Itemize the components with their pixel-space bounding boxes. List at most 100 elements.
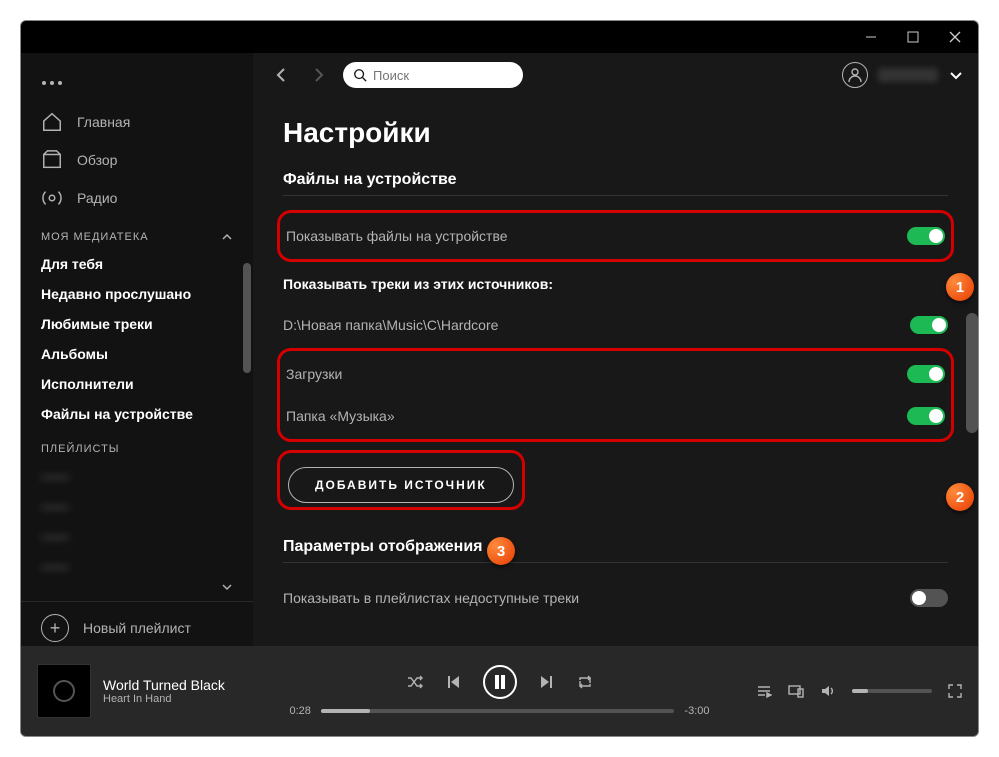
row-label: Показывать треки из этих источников: <box>283 276 553 292</box>
divider <box>283 562 948 563</box>
close-button[interactable] <box>948 30 962 44</box>
settings-content: Настройки Файлы на устройстве Показывать… <box>253 97 978 639</box>
queue-button[interactable] <box>756 683 772 699</box>
row-show-local-files: Показывать файлы на устройстве <box>286 215 945 257</box>
annotation-badge-3: 3 <box>487 537 515 565</box>
album-cover[interactable] <box>37 664 91 718</box>
nav-browse[interactable]: Обзор <box>21 141 253 179</box>
shuffle-button[interactable] <box>407 674 423 690</box>
new-playlist-label: Новый плейлист <box>83 620 191 636</box>
nav-label: Главная <box>77 114 130 130</box>
callout-2: Загрузки Папка «Музыка» <box>277 348 954 442</box>
app-window: Главная Обзор Радио МОЯ МЕДИАТЕКА Для те… <box>20 20 979 737</box>
player-center: 0:28 -3:00 <box>290 665 710 717</box>
track-artist[interactable]: Heart In Hand <box>103 693 225 705</box>
nav-label: Радио <box>77 190 117 206</box>
maximize-button[interactable] <box>906 30 920 44</box>
lib-albums[interactable]: Альбомы <box>21 339 253 369</box>
repeat-button[interactable] <box>577 674 593 690</box>
page-title: Настройки <box>283 117 948 149</box>
volume-icon[interactable] <box>820 683 836 699</box>
user-menu[interactable] <box>842 62 964 88</box>
main-panel: Настройки Файлы на устройстве Показывать… <box>253 53 978 646</box>
callout-3: ДОБАВИТЬ ИСТОЧНИК <box>277 450 525 510</box>
sidebar: Главная Обзор Радио МОЯ МЕДИАТЕКА Для те… <box>21 53 253 646</box>
row-show-unavailable: Показывать в плейлистах недоступные трек… <box>283 577 948 619</box>
player-controls <box>407 665 593 699</box>
lib-artists[interactable]: Исполнители <box>21 369 253 399</box>
row-source-path: D:\Новая папка\Music\C\Hardcore <box>283 304 948 346</box>
minimize-button[interactable] <box>864 30 878 44</box>
forward-button[interactable] <box>305 61 333 89</box>
back-button[interactable] <box>267 61 295 89</box>
sidebar-scrollbar[interactable] <box>243 263 251 373</box>
search-box[interactable] <box>343 62 523 88</box>
section-local-files: Файлы на устройстве <box>283 171 948 189</box>
playlists-header-text: ПЛЕЙЛИСТЫ <box>41 443 120 455</box>
lib-recent[interactable]: Недавно прослушано <box>21 279 253 309</box>
chevron-up-icon[interactable] <box>221 231 233 243</box>
playlist-item[interactable]: —— <box>21 521 253 551</box>
seek-bar[interactable] <box>321 709 675 713</box>
annotation-badge-1: 1 <box>946 273 974 301</box>
player-bar: World Turned Black Heart In Hand 0:28 -3… <box>21 646 978 736</box>
nav-label: Обзор <box>77 152 117 168</box>
time-remaining: -3:00 <box>684 705 709 717</box>
search-icon <box>353 68 367 82</box>
plus-icon: + <box>41 614 69 642</box>
row-label: Показывать в плейлистах недоступные трек… <box>283 590 579 606</box>
window-titlebar <box>848 21 978 53</box>
track-info: World Turned Black Heart In Hand <box>103 677 225 705</box>
chevron-down-icon[interactable] <box>948 67 964 83</box>
toggle-source-2[interactable] <box>907 407 945 425</box>
toggle-source-1[interactable] <box>907 365 945 383</box>
row-label: Показывать файлы на устройстве <box>286 228 508 244</box>
top-nav <box>253 53 978 97</box>
source-path: D:\Новая папка\Music\C\Hardcore <box>283 317 498 333</box>
search-input[interactable] <box>373 68 513 83</box>
fullscreen-button[interactable] <box>948 684 962 698</box>
radio-icon <box>41 187 63 209</box>
menu-dots[interactable] <box>21 63 253 103</box>
nav-home[interactable]: Главная <box>21 103 253 141</box>
divider <box>283 195 948 196</box>
volume-slider[interactable] <box>852 689 932 693</box>
callout-1: Показывать файлы на устройстве <box>277 210 954 262</box>
time-elapsed: 0:28 <box>290 705 311 717</box>
lib-for-you[interactable]: Для тебя <box>21 249 253 279</box>
chevron-down-icon[interactable] <box>21 581 253 593</box>
new-playlist-button[interactable]: + Новый плейлист <box>21 601 253 646</box>
playlists-header: ПЛЕЙЛИСТЫ <box>21 429 253 461</box>
main-scrollbar[interactable] <box>966 313 978 433</box>
annotation-badge-2: 2 <box>946 483 974 511</box>
add-source-button[interactable]: ДОБАВИТЬ ИСТОЧНИК <box>288 467 514 503</box>
prev-button[interactable] <box>445 674 461 690</box>
nav-radio[interactable]: Радио <box>21 179 253 217</box>
username <box>878 68 938 82</box>
toggle-show-local[interactable] <box>907 227 945 245</box>
next-button[interactable] <box>539 674 555 690</box>
progress-bar: 0:28 -3:00 <box>290 705 710 717</box>
track-title[interactable]: World Turned Black <box>103 677 225 693</box>
row-source-music: Папка «Музыка» <box>286 395 945 437</box>
source-path: Загрузки <box>286 366 342 382</box>
row-sources-header: Показывать треки из этих источников: <box>283 264 948 304</box>
toggle-source-0[interactable] <box>910 316 948 334</box>
browse-icon <box>41 149 63 171</box>
playlist-item[interactable]: —— <box>21 461 253 491</box>
library-header-text: МОЯ МЕДИАТЕКА <box>41 231 149 243</box>
avatar-icon <box>842 62 868 88</box>
lib-liked[interactable]: Любимые треки <box>21 309 253 339</box>
pause-button[interactable] <box>483 665 517 699</box>
playlist-item[interactable]: —— <box>21 491 253 521</box>
library-header: МОЯ МЕДИАТЕКА <box>21 217 253 249</box>
home-icon <box>41 111 63 133</box>
source-path: Папка «Музыка» <box>286 408 395 424</box>
section-display: Параметры отображения <box>283 538 948 556</box>
row-source-downloads: Загрузки <box>286 353 945 395</box>
toggle-unavailable[interactable] <box>910 589 948 607</box>
devices-button[interactable] <box>788 683 804 699</box>
playlist-item[interactable]: —— <box>21 551 253 581</box>
lib-local[interactable]: Файлы на устройстве <box>21 399 253 429</box>
player-right <box>756 683 962 699</box>
